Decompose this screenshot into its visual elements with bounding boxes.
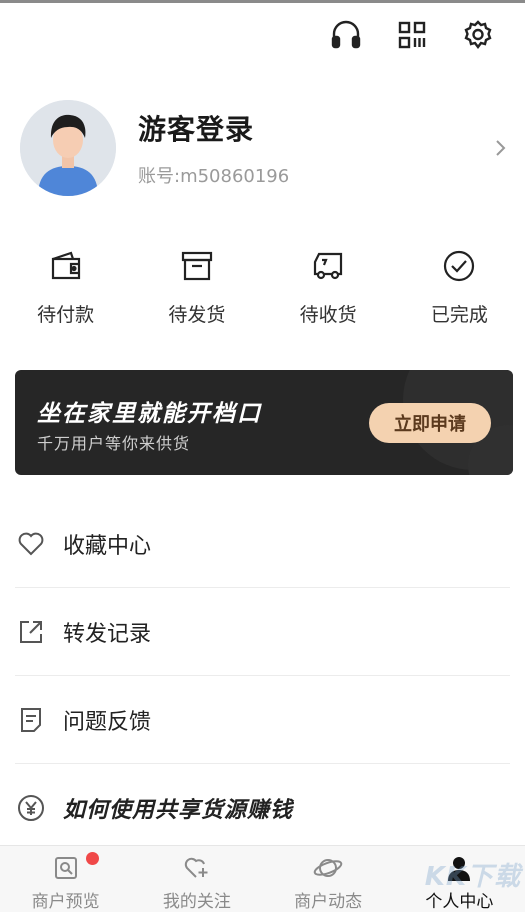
order-pending-shipment[interactable]: 待发货 [131,248,262,327]
apply-now-button[interactable]: 立即申请 [369,403,491,443]
guest-login-title[interactable]: 游客登录 [138,108,490,148]
menu-label: 收藏中心 [63,533,152,559]
wallet-icon [48,248,84,284]
tab-label: 商户动态 [294,892,363,912]
box-icon [179,248,215,284]
avatar [20,100,116,196]
store-preview-icon [51,854,81,881]
chevron-right-icon[interactable] [490,138,510,158]
order-label: 待付款 [37,304,95,326]
share-icon [15,616,47,648]
order-label: 待发货 [168,304,226,326]
settings-menu: 收藏中心 转发记录 问题反馈 如何使用共享货源赚钱 [15,500,510,852]
status-divider [0,0,525,3]
tab-my-follows[interactable]: 我的关注 [131,846,262,912]
tab-merchant-news[interactable]: 商户动态 [263,846,394,912]
order-completed[interactable]: 已完成 [394,248,525,327]
account-number: 账号:m50860196 [138,166,290,187]
gear-icon[interactable] [461,18,495,52]
banner-title: 坐在家里就能开档口 [37,401,262,427]
tab-label: 我的关注 [162,892,231,912]
order-pending-receipt[interactable]: 待收货 [263,248,394,327]
order-label: 已完成 [430,304,488,326]
menu-item-feedback[interactable]: 问题反馈 [15,676,510,764]
menu-label: 转发记录 [63,621,152,647]
menu-label: 问题反馈 [63,709,152,735]
banner-subtitle: 千万用户等你来供货 [37,434,191,453]
menu-label: 如何使用共享货源赚钱 [63,798,294,823]
menu-item-how-to-earn[interactable]: 如何使用共享货源赚钱 [15,764,510,852]
tab-label: 商户预览 [31,892,100,912]
order-status-bar: 待付款 待发货 待收货 已完成 [0,248,525,327]
merchant-promo-banner[interactable]: 坐在家里就能开档口 千万用户等你来供货 立即申请 [15,370,513,475]
heart-icon [15,528,47,560]
order-label: 待收货 [299,304,357,326]
document-icon [15,704,47,736]
qrcode-icon[interactable] [395,18,429,52]
headset-icon[interactable] [329,18,363,52]
notification-badge [86,852,99,865]
header-actions [329,18,495,52]
check-circle-icon [441,248,477,284]
tab-merchant-preview[interactable]: 商户预览 [0,846,131,912]
menu-item-favorites[interactable]: 收藏中心 [15,500,510,588]
truck-icon [310,248,346,284]
profile-card[interactable]: 游客登录 账号:m50860196 [20,100,510,196]
menu-item-share-history[interactable]: 转发记录 [15,588,510,676]
yen-icon [15,792,47,824]
order-pending-payment[interactable]: 待付款 [0,248,131,327]
watermark: KK下载 [424,862,521,892]
heart-plus-icon [182,854,212,881]
planet-icon [313,854,343,881]
